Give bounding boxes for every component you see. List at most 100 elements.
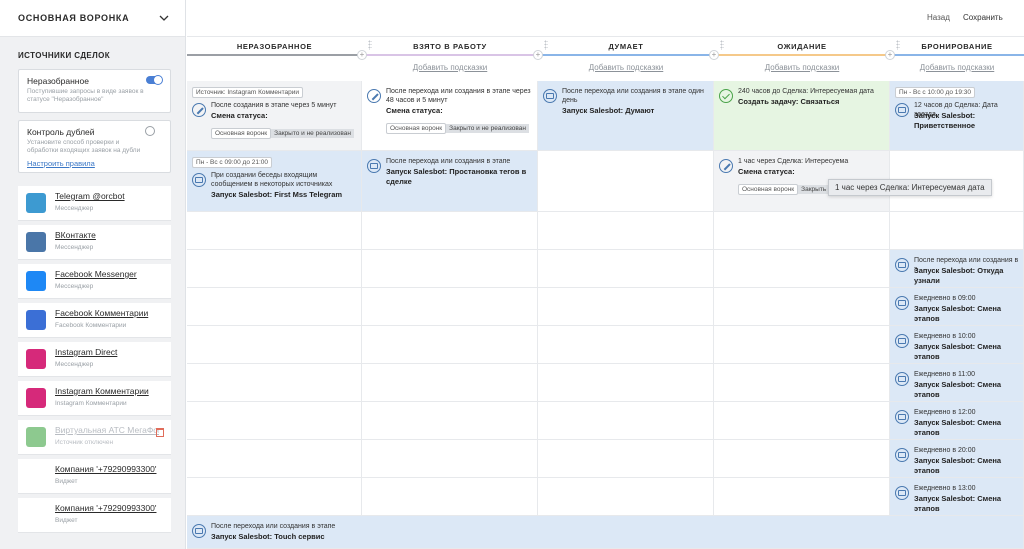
source-item[interactable]: Telegram @orcbot Мессенджер <box>18 186 171 221</box>
trigger-card[interactable]: Ежедневно в 12:00 Запуск Salesbot: Смена … <box>890 402 1024 440</box>
drag-handle-icon[interactable] <box>368 40 372 50</box>
trigger-card[interactable]: Пн - Вс с 10:00 до 19:30 12 часов до Сдел… <box>890 81 1024 151</box>
trigger-action: Запуск Salesbot: Простановка тегов в сде… <box>386 167 527 186</box>
configure-rules-link[interactable]: Настроить правила <box>27 159 95 168</box>
source-name[interactable]: ВКонтакте <box>55 230 159 240</box>
column-title: ДУМАЕТ <box>608 42 644 51</box>
source-name[interactable]: Telegram @orcbot <box>55 191 159 201</box>
trigger-card[interactable]: Пн - Вс с 09:00 до 21:00 При создании бес… <box>187 151 362 212</box>
trigger-slot[interactable] <box>538 440 714 478</box>
trigger-text: Ежедневно в 12:00 <box>914 409 976 416</box>
source-item[interactable]: ВКонтакте Мессенджер <box>18 225 171 260</box>
trigger-card[interactable]: 240 часов до Сделка: Интересуемая дата Со… <box>714 81 890 151</box>
trigger-slot[interactable] <box>362 440 538 478</box>
add-hint-link[interactable]: Добавить подсказки <box>890 63 1024 72</box>
trigger-slot[interactable] <box>538 364 714 402</box>
trigger-slot[interactable] <box>890 212 1024 250</box>
unsorted-desc: Поступившие запросы в виде заявок в стат… <box>27 88 144 103</box>
trigger-slot[interactable] <box>538 250 714 288</box>
trigger-slot[interactable] <box>362 326 538 364</box>
add-column-icon[interactable]: + <box>709 50 719 60</box>
trigger-card[interactable]: Ежедневно в 11:00 Запуск Salesbot: Смена … <box>890 364 1024 402</box>
trigger-slot[interactable] <box>714 364 890 402</box>
trigger-slot[interactable] <box>187 478 362 516</box>
trigger-slot[interactable] <box>538 478 714 516</box>
back-button[interactable]: Назад <box>927 13 950 22</box>
source-name[interactable]: Компания '+79290993300' <box>55 503 159 513</box>
source-item[interactable]: Facebook Комментарии Facebook Комментарии <box>18 303 171 338</box>
trigger-slot[interactable] <box>714 250 890 288</box>
trigger-slot[interactable] <box>187 288 362 326</box>
trigger-slot[interactable] <box>187 440 362 478</box>
trigger-slot[interactable] <box>714 326 890 364</box>
trigger-slot[interactable] <box>714 440 890 478</box>
messenger-icon <box>26 271 46 291</box>
trigger-card[interactable]: Ежедневно в 10:00 Запуск Salesbot: Смена … <box>890 326 1024 364</box>
trigger-card[interactable]: После перехода или создания в этапе один… <box>538 81 714 151</box>
trigger-card[interactable]: Источник: Instagram Комментарии После соз… <box>187 81 362 151</box>
trigger-slot[interactable] <box>362 212 538 250</box>
drag-handle-icon[interactable] <box>544 40 548 50</box>
status-change-icon <box>192 103 206 117</box>
trigger-slot[interactable] <box>187 364 362 402</box>
add-column-icon[interactable]: + <box>357 50 367 60</box>
trigger-card[interactable]: После перехода или создания в этапе Запус… <box>362 151 538 212</box>
source-item[interactable]: Facebook Messenger Мессенджер <box>18 264 171 299</box>
trigger-slot[interactable] <box>538 326 714 364</box>
trigger-slot[interactable] <box>362 250 538 288</box>
source-name[interactable]: Компания '+79290993300' <box>55 464 159 474</box>
trigger-slot[interactable] <box>538 288 714 326</box>
trigger-card[interactable]: После перехода или создания в э Запуск Sa… <box>890 250 1024 288</box>
source-item[interactable]: Компания '+79290993300' Виджет <box>18 498 171 533</box>
trigger-slot[interactable] <box>538 151 714 212</box>
source-name[interactable]: Виртуальная АТС МегаФон <box>55 425 159 435</box>
trigger-card[interactable]: После перехода или создания в этапе чере… <box>362 81 538 151</box>
trigger-action: Запуск Salesbot: Смена этапов <box>914 494 1002 513</box>
trigger-slot[interactable] <box>538 212 714 250</box>
source-name[interactable]: Instagram Direct <box>55 347 159 357</box>
pipeline-selector[interactable]: ОСНОВНАЯ ВОРОНКА <box>0 0 185 37</box>
unsorted-toggle[interactable] <box>146 75 163 85</box>
source-item[interactable]: Виртуальная АТС МегаФон Источник отключен <box>18 420 171 455</box>
trigger-slot[interactable] <box>714 478 890 516</box>
add-hint-link[interactable]: Добавить подсказки <box>362 63 538 72</box>
source-item[interactable]: Instagram Direct Мессенджер <box>18 342 171 377</box>
add-column-icon[interactable]: + <box>885 50 895 60</box>
source-item[interactable]: Компания '+79290993300' Виджет <box>18 459 171 494</box>
drag-handle-icon[interactable] <box>896 40 900 50</box>
trigger-slot[interactable] <box>714 288 890 326</box>
unsorted-card: Неразобранное Поступившие запросы в виде… <box>18 69 171 113</box>
trigger-slot[interactable] <box>187 250 362 288</box>
salesbot-icon <box>192 524 206 538</box>
source-name[interactable]: Facebook Комментарии <box>55 308 159 318</box>
save-button[interactable]: Сохранить <box>963 13 1003 22</box>
trigger-slot[interactable] <box>187 402 362 440</box>
chevron-down-icon[interactable] <box>159 15 169 21</box>
instagram-icon <box>26 349 46 369</box>
trigger-slot[interactable] <box>187 212 362 250</box>
dupes-toggle[interactable] <box>145 126 162 136</box>
trigger-card[interactable]: Ежедневно в 13:00 Запуск Salesbot: Смена … <box>890 478 1024 516</box>
source-name[interactable]: Instagram Комментарии <box>55 386 159 396</box>
trigger-slot[interactable] <box>362 402 538 440</box>
add-hint-link[interactable]: Добавить подсказки <box>538 63 714 72</box>
source-name[interactable]: Facebook Messenger <box>55 269 159 279</box>
drag-handle-icon[interactable] <box>720 40 724 50</box>
trigger-slot[interactable] <box>362 364 538 402</box>
trigger-slot[interactable] <box>187 326 362 364</box>
salesbot-icon <box>543 89 557 103</box>
trigger-card[interactable]: Ежедневно в 09:00 Запуск Salesbot: Смена … <box>890 288 1024 326</box>
trigger-card[interactable]: Ежедневно в 20:00 Запуск Salesbot: Смена … <box>890 440 1024 478</box>
trigger-slot[interactable] <box>362 478 538 516</box>
sidebar: ОСНОВНАЯ ВОРОНКА ИСТОЧНИКИ СДЕЛОК Неразо… <box>0 0 186 549</box>
trigger-slot[interactable] <box>362 288 538 326</box>
add-hint-link[interactable]: Добавить подсказки <box>714 63 890 72</box>
trash-icon[interactable] <box>156 428 164 437</box>
trigger-slot[interactable] <box>538 402 714 440</box>
trigger-card[interactable]: После перехода или создания в этапе Запус… <box>187 516 1024 549</box>
trigger-slot[interactable] <box>714 402 890 440</box>
salesbot-icon <box>895 296 909 310</box>
source-item[interactable]: Instagram Комментарии Instagram Комментар… <box>18 381 171 416</box>
trigger-slot[interactable] <box>714 212 890 250</box>
add-column-icon[interactable]: + <box>533 50 543 60</box>
